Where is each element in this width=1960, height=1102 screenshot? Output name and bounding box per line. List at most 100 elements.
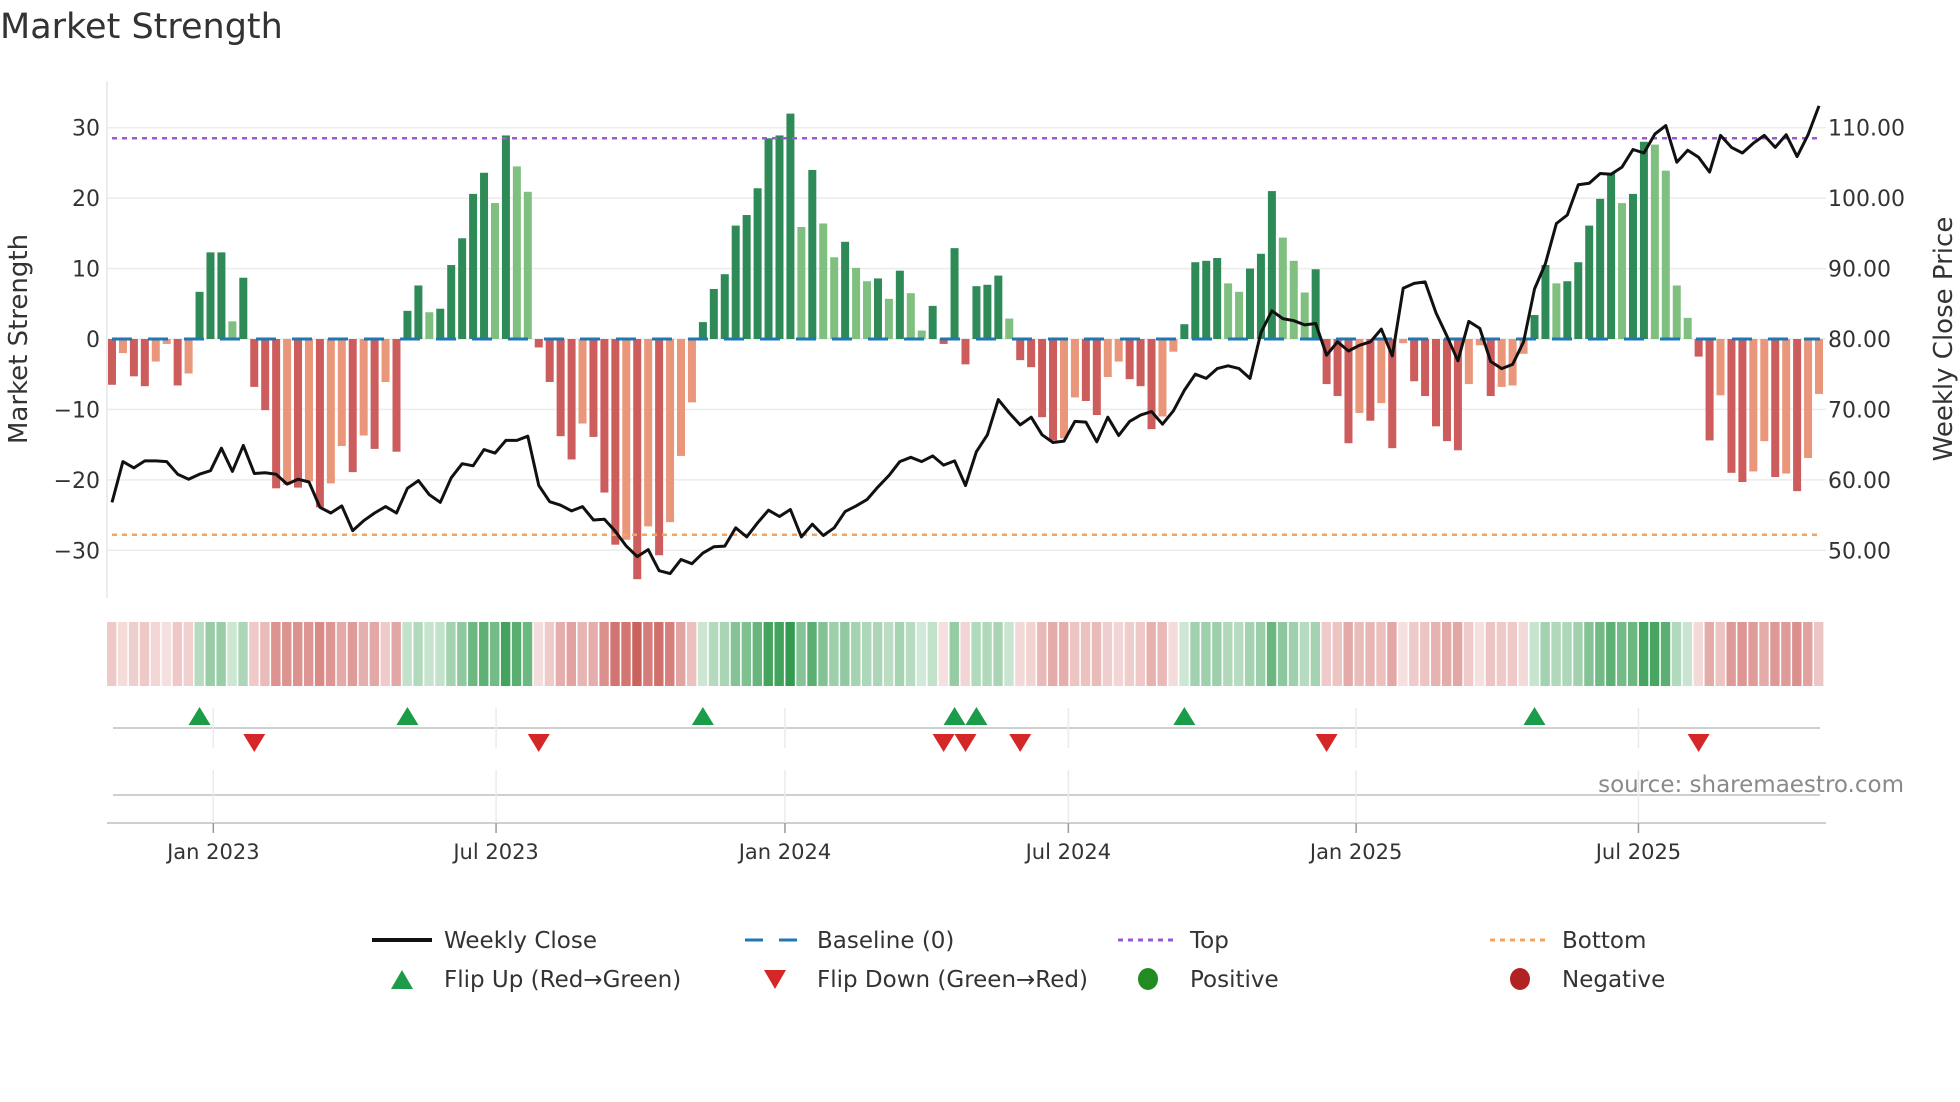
bar-negative [1497,339,1506,387]
bar-negative [1793,339,1802,492]
strip-cell [1759,622,1769,686]
bar-negative [600,339,609,493]
bar-positive [1661,170,1670,339]
strip-cell [117,622,128,686]
bar-positive [895,270,904,339]
bar-negative [173,339,182,386]
bar-positive [1300,292,1309,339]
strip-cell [468,622,478,686]
strip-cell [1409,622,1419,686]
bar-positive [1628,193,1637,339]
legend-label: Baseline (0) [817,928,954,954]
strip-cell [1288,622,1299,686]
flip-down-marker [932,734,955,752]
bar-negative [1377,339,1386,404]
bar-positive [501,135,510,339]
bar-negative [1410,339,1419,382]
flip-down-marker [1009,734,1032,752]
strip-cell [1518,622,1528,686]
bar-negative [1059,339,1068,439]
y2-tick-label: 60.00 [1828,469,1891,494]
bar-negative [1782,339,1791,474]
strip-cell [489,622,500,686]
strip-cell [1715,622,1725,686]
strip-cell [391,622,401,686]
y2-axis-label: Weekly Close Price [1929,217,1959,462]
y2-tick-label: 110.00 [1828,117,1905,142]
legend: Weekly Close Baseline (0) Top Bottom Flip Up… [372,928,1665,993]
flip-up-marker [943,707,966,725]
legend-label: Weekly Close [444,928,597,954]
bar-negative [644,339,653,527]
bar-negative [1016,339,1025,361]
strip-cell [610,622,620,686]
y2-tick-label: 50.00 [1828,539,1891,564]
strip-cell [1234,622,1244,686]
strip-cell [1562,622,1572,686]
strip-cell [500,622,511,686]
strip-cell [796,622,806,686]
bar-negative [1049,339,1058,441]
bar-negative [1727,339,1736,473]
strip-cell [938,622,949,686]
y2-tick-label: 80.00 [1828,328,1891,353]
bar-negative [326,339,335,484]
strip-cell [1376,622,1386,686]
strip-cell [1441,622,1452,686]
bar-positive [972,286,981,339]
bar-positive [458,238,467,339]
bar-negative [392,339,401,452]
bar-negative [250,339,259,387]
flip-down-marker [954,734,977,752]
strip-cell [1058,622,1069,686]
bar-positive [1563,281,1572,339]
strip-cell [435,622,445,686]
bar-positive [1618,203,1627,339]
bar-negative [961,339,970,365]
legend-label: Flip Down (Green→Red) [817,967,1088,993]
bar-positive [731,225,740,339]
strip-cell [774,622,784,686]
bar-positive [1213,257,1222,339]
bar-positive [1180,324,1189,339]
strip-cell [194,622,204,686]
bar-positive [928,305,937,339]
strip-cell [1146,622,1156,686]
strip-cell [1299,622,1310,686]
strip-cell [1638,622,1649,686]
flip-up-marker [188,707,211,725]
legend-label: Bottom [1562,928,1646,954]
right-axis-ticks: 110.00 100.00 90.00 80.00 70.00 60.00 50.00 [1828,117,1905,565]
strip-cell [282,622,292,686]
bar-negative [666,339,675,523]
strip-cell [1606,622,1616,686]
flip-up-marker [965,707,988,725]
strip-cell [107,622,117,686]
strip-cell [785,622,795,686]
x-axis: Jan 2023 Jul 2023 Jan 2024 Jul 2024 Jan 2025… [107,708,1826,864]
y-axis-label: Market Strength [4,234,34,444]
strength-bars [108,113,1823,580]
strip-cell [380,622,390,686]
bar-negative [118,339,127,354]
bar-positive [512,166,521,339]
strip-cell [894,622,905,686]
bar-negative [381,339,390,382]
strip-cell [1245,622,1255,686]
strip-cell [402,622,412,686]
bar-positive [709,288,718,339]
bar-positive [239,277,248,339]
strip-cell [1354,622,1364,686]
strip-cell [522,622,533,686]
bar-negative [1464,339,1473,385]
bar-negative [1366,339,1375,421]
strip-cell [347,622,358,686]
bar-positive [841,241,850,339]
strip-cell [293,622,303,686]
strip-cell [654,622,664,686]
bar-negative [1486,339,1495,397]
bar-positive [1541,265,1550,339]
flip-markers [188,707,1710,752]
strip-cell [1431,622,1441,686]
bar-positive [490,203,499,339]
